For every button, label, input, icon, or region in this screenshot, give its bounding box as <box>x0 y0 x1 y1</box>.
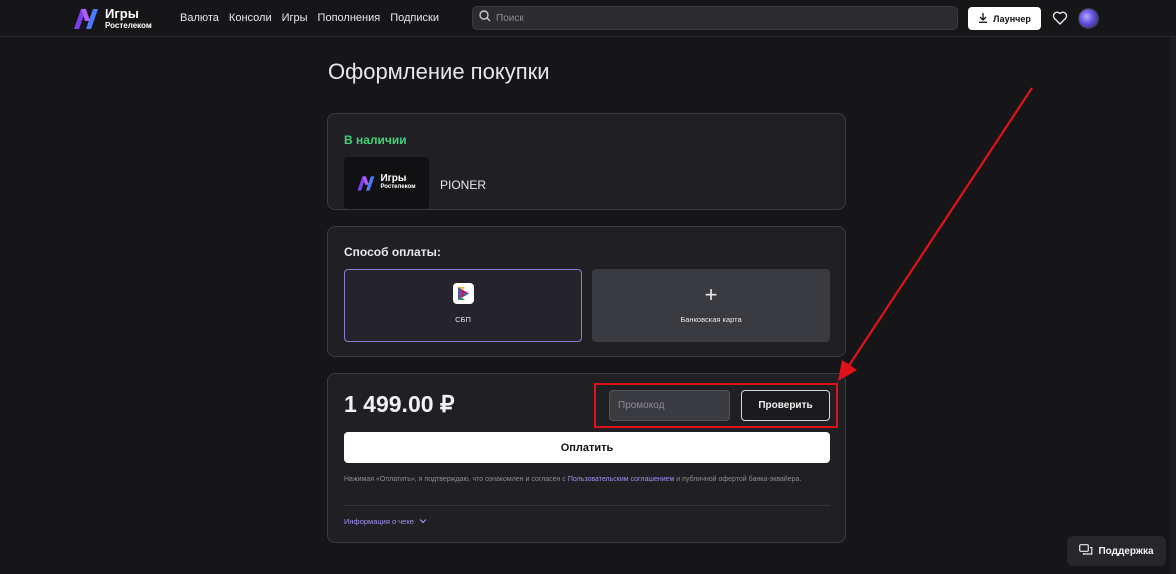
payment-option-bank-card[interactable]: + Банковская карта <box>592 269 830 342</box>
pay-button[interactable]: Оплатить <box>344 432 830 463</box>
launcher-button[interactable]: Лаунчер <box>968 7 1041 30</box>
product-card: В наличии Игры Ростелеком PIONER <box>327 113 846 210</box>
legal-text: Нажимая «Оплатить», я подтверждаю, что о… <box>344 475 830 485</box>
product-thumbnail: Игры Ростелеком <box>344 157 429 209</box>
support-button[interactable]: Поддержка <box>1067 536 1166 566</box>
plus-icon: + <box>704 281 718 307</box>
payment-option-label: СБП <box>455 315 471 324</box>
logo[interactable]: Игры Ростелеком <box>74 6 152 32</box>
receipt-info-toggle[interactable]: Информация о чеке <box>344 517 427 526</box>
thumb-subtitle: Ростелеком <box>380 184 416 190</box>
nav-item-consoles[interactable]: Консоли <box>229 12 272 24</box>
receipt-info-label: Информация о чеке <box>344 517 414 526</box>
search-icon <box>479 9 491 27</box>
avatar[interactable] <box>1078 8 1099 29</box>
payment-option-label: Банковская карта <box>680 314 742 324</box>
payment-method-card: Способ оплаты: СБП + Банковская карта <box>327 226 846 357</box>
payment-option-sbp[interactable]: СБП <box>344 269 582 342</box>
annotation-highlight-box <box>594 383 838 428</box>
support-label: Поддержка <box>1098 545 1154 557</box>
legal-prefix: Нажимая «Оплатить», я подтверждаю, что о… <box>344 476 568 483</box>
launcher-label: Лаунчер <box>993 13 1031 24</box>
download-icon <box>978 12 988 25</box>
nav-item-currency[interactable]: Валюта <box>180 12 219 24</box>
logo-title: Игры <box>105 5 139 21</box>
logo-icon <box>357 175 375 191</box>
search-box[interactable] <box>472 6 958 30</box>
payment-method-title: Способ оплаты: <box>344 245 441 259</box>
legal-suffix: и публичной офертой банка-эквайера. <box>674 476 802 483</box>
user-agreement-link[interactable]: Пользовательским соглашением <box>568 476 675 483</box>
nav-item-topups[interactable]: Пополнения <box>318 12 381 24</box>
thumb-title: Игры <box>380 173 407 184</box>
product-name: PIONER <box>440 178 487 192</box>
divider <box>344 505 830 506</box>
availability-label: В наличии <box>344 133 407 147</box>
heart-icon[interactable] <box>1052 10 1068 26</box>
total-price: 1 499.00 ₽ <box>344 391 455 417</box>
search-input[interactable] <box>496 12 936 24</box>
logo-subtitle: Ростелеком <box>105 20 152 30</box>
nav-item-subscriptions[interactable]: Подписки <box>390 12 439 24</box>
sbp-logo-icon <box>452 283 474 304</box>
chat-icon <box>1079 543 1093 559</box>
nav-item-games[interactable]: Игры <box>282 12 308 24</box>
scrollbar[interactable] <box>1170 37 1176 574</box>
page-title: Оформление покупки <box>328 59 550 84</box>
logo-icon <box>74 7 101 31</box>
chevron-down-icon <box>419 517 427 526</box>
main-nav: Валюта Консоли Игры Пополнения Подписки <box>180 12 449 24</box>
top-bar: Игры Ростелеком Валюта Консоли Игры Попо… <box>0 0 1176 37</box>
